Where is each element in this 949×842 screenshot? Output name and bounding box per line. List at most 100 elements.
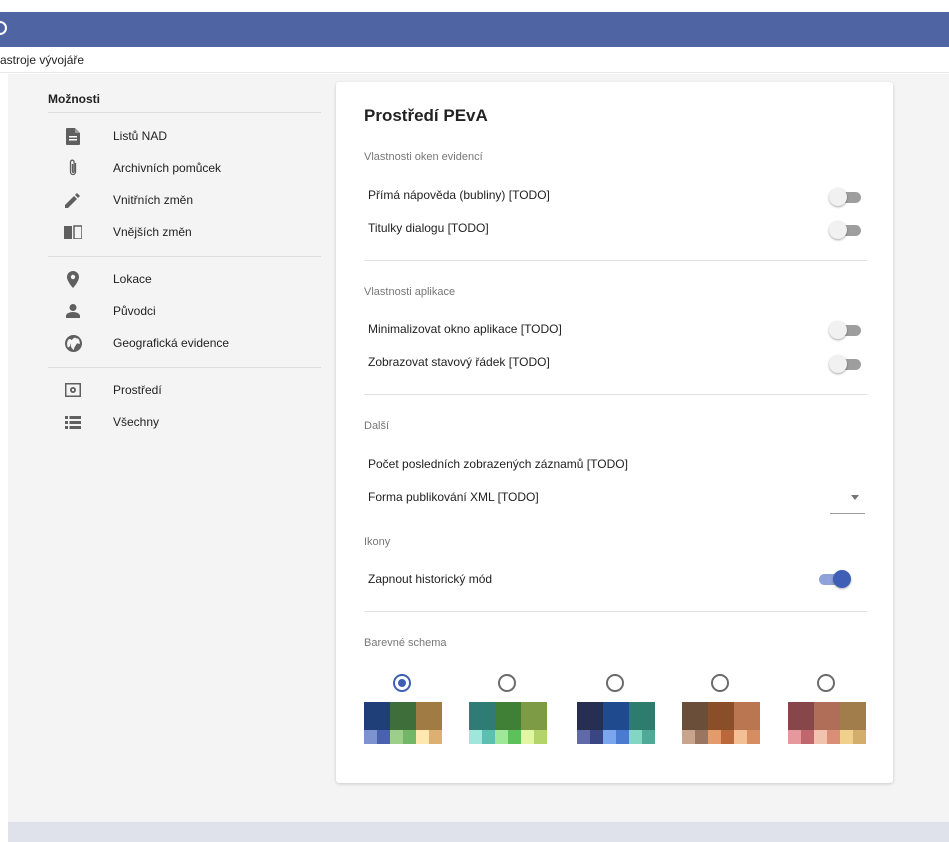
paperclip-icon bbox=[48, 159, 98, 177]
swatch-color-block bbox=[616, 730, 629, 744]
swatch-color-block bbox=[469, 702, 495, 730]
sidebar-item-lokace[interactable]: Lokace bbox=[48, 267, 321, 291]
swatch-color-block bbox=[495, 730, 508, 744]
sidebar: Možnosti Listů NAD Archivních pomůcek Vn… bbox=[8, 74, 328, 822]
color-scheme-radio-1[interactable] bbox=[393, 674, 411, 692]
sidebar-item-label: Původci bbox=[113, 304, 156, 318]
swatch-color-block bbox=[840, 702, 866, 730]
xml-form-select[interactable] bbox=[830, 482, 865, 514]
swatch-color-block bbox=[603, 702, 629, 730]
swatch-color-block bbox=[403, 730, 416, 744]
pencil-icon bbox=[48, 192, 98, 208]
swatch-color-block bbox=[603, 730, 616, 744]
sidebar-item-label: Prostředí bbox=[113, 383, 162, 397]
sidebar-title: Možnosti bbox=[48, 92, 100, 106]
location-pin-icon bbox=[48, 270, 98, 288]
swatch-color-block bbox=[788, 702, 814, 730]
section-divider bbox=[364, 394, 867, 395]
swatch-color-block bbox=[734, 730, 747, 744]
swatch-color-block bbox=[364, 702, 390, 730]
person-icon bbox=[48, 304, 98, 318]
status-bar-toggle[interactable] bbox=[829, 355, 865, 373]
direct-help-toggle[interactable] bbox=[829, 188, 865, 206]
section-label-other: Další bbox=[364, 420, 390, 432]
color-scheme-radio-2[interactable] bbox=[498, 674, 516, 692]
sidebar-item-vnitrnich-zmen[interactable]: Vnitřních změn bbox=[48, 188, 321, 212]
setting-label-minimize-window: Minimalizovat okno aplikace [TODO] bbox=[368, 322, 562, 336]
swatch-color-block bbox=[629, 730, 642, 744]
app-title-bar bbox=[0, 12, 949, 47]
book-icon bbox=[48, 225, 98, 239]
setting-label-direct-help: Přímá nápověda (bubliny) [TODO] bbox=[368, 188, 550, 202]
swatch-color-block bbox=[495, 702, 521, 730]
dropdown-arrow-icon bbox=[851, 495, 859, 500]
globe-icon bbox=[48, 334, 98, 352]
page-title: Prostředí PEvA bbox=[364, 106, 488, 125]
section-label-icons: Ikony bbox=[364, 536, 391, 548]
document-icon bbox=[48, 127, 98, 145]
swatch-color-block bbox=[577, 702, 603, 730]
swatch-color-block bbox=[377, 730, 390, 744]
sidebar-item-geograficka-evidence[interactable]: Geografická evidence bbox=[48, 331, 321, 355]
sidebar-item-label: Listů NAD bbox=[113, 129, 168, 143]
settings-panel-icon bbox=[48, 383, 98, 397]
swatch-color-block bbox=[853, 730, 866, 744]
swatch-color-block bbox=[747, 730, 760, 744]
swatch-color-block bbox=[577, 730, 590, 744]
swatch-color-block bbox=[482, 730, 495, 744]
color-scheme-swatch-4[interactable] bbox=[682, 702, 760, 744]
swatch-color-block bbox=[590, 730, 603, 744]
color-scheme-radio-5[interactable] bbox=[817, 674, 835, 692]
swatch-color-block bbox=[788, 730, 801, 744]
swatch-color-block bbox=[814, 702, 840, 730]
sidebar-item-puvodci[interactable]: Původci bbox=[48, 299, 321, 323]
swatch-color-block bbox=[682, 702, 708, 730]
sidebar-divider bbox=[48, 256, 321, 257]
swatch-color-block bbox=[521, 702, 547, 730]
color-scheme-radio-3[interactable] bbox=[606, 674, 624, 692]
sidebar-item-label: Lokace bbox=[113, 272, 152, 286]
section-label-window-props: Vlastnosti oken evidencí bbox=[364, 151, 483, 163]
app-logo-icon bbox=[0, 21, 7, 35]
color-scheme-swatch-2[interactable] bbox=[469, 702, 547, 744]
color-scheme-swatch-5[interactable] bbox=[788, 702, 866, 744]
sidebar-item-label: Geografická evidence bbox=[113, 336, 230, 350]
setting-label-dialog-titles: Titulky dialogu [TODO] bbox=[368, 221, 489, 235]
color-scheme-swatch-3[interactable] bbox=[577, 702, 655, 744]
sidebar-item-listu-nad[interactable]: Listů NAD bbox=[48, 124, 321, 148]
swatch-color-block bbox=[827, 730, 840, 744]
section-divider bbox=[364, 260, 867, 261]
menu-bar: astroje vývojáře bbox=[0, 47, 949, 73]
swatch-color-block bbox=[390, 730, 403, 744]
swatch-color-block bbox=[682, 730, 695, 744]
sidebar-item-label: Všechny bbox=[113, 415, 160, 429]
dialog-titles-toggle[interactable] bbox=[829, 221, 865, 239]
swatch-color-block bbox=[734, 702, 760, 730]
sidebar-item-label: Vnějších změn bbox=[113, 225, 192, 239]
list-icon bbox=[48, 415, 98, 429]
swatch-color-block bbox=[534, 730, 547, 744]
swatch-color-block bbox=[801, 730, 814, 744]
section-label-app-props: Vlastnosti aplikace bbox=[364, 286, 456, 298]
color-scheme-swatch-1[interactable] bbox=[364, 702, 442, 744]
swatch-color-block bbox=[416, 702, 442, 730]
swatch-color-block bbox=[629, 702, 655, 730]
section-label-color-scheme: Barevné schema bbox=[364, 637, 447, 649]
historic-mode-toggle[interactable] bbox=[815, 570, 851, 588]
swatch-color-block bbox=[469, 730, 482, 744]
menu-item-developer-tools[interactable]: astroje vývojáře bbox=[0, 53, 84, 67]
section-divider bbox=[364, 611, 867, 612]
setting-label-recent-count: Počet posledních zobrazených záznamů [TO… bbox=[368, 457, 628, 471]
sidebar-item-prostredi[interactable]: Prostředí bbox=[48, 378, 321, 402]
color-scheme-radio-4[interactable] bbox=[711, 674, 729, 692]
sidebar-item-archivnich-pomucek[interactable]: Archivních pomůcek bbox=[48, 156, 321, 180]
swatch-color-block bbox=[508, 730, 521, 744]
setting-label-status-bar: Zobrazovat stavový řádek [TODO] bbox=[368, 355, 550, 369]
sidebar-item-vnejsich-zmen[interactable]: Vnějších změn bbox=[48, 220, 321, 244]
settings-card: Prostředí PEvA Vlastnosti oken evidencí … bbox=[336, 82, 893, 783]
minimize-window-toggle[interactable] bbox=[829, 321, 865, 339]
sidebar-item-vsechny[interactable]: Všechny bbox=[48, 410, 321, 434]
setting-label-historic-mode: Zapnout historický mód bbox=[368, 572, 493, 586]
swatch-color-block bbox=[416, 730, 429, 744]
swatch-color-block bbox=[364, 730, 377, 744]
